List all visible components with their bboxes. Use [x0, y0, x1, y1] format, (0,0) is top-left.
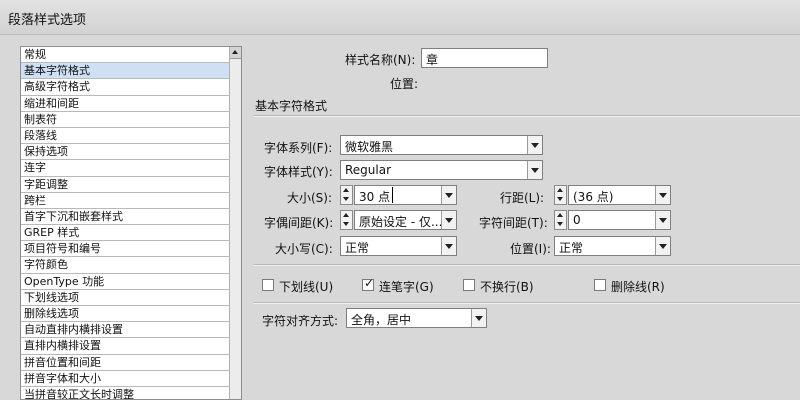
title-bar: 段落样式选项	[0, 0, 800, 35]
leading-stepper[interactable]	[554, 185, 567, 205]
list-item[interactable]: 首字下沉和嵌套样式	[21, 209, 231, 226]
list-item[interactable]: 拼音位置和间距	[21, 355, 231, 371]
underline-checkbox[interactable]	[262, 279, 274, 291]
leading-label: 行距(L):	[500, 191, 545, 205]
font-style-value: Regular	[345, 163, 392, 177]
list-item[interactable]: 跨栏	[21, 193, 231, 209]
no-break-label: 不换行(B)	[480, 280, 534, 294]
list-item[interactable]: 连字	[21, 160, 231, 177]
list-item[interactable]: 常规	[21, 47, 231, 64]
list-item[interactable]: 当拼音较正文长时调整	[21, 387, 231, 399]
list-item[interactable]: 制表符	[21, 112, 231, 128]
chevron-down-icon	[527, 161, 542, 179]
font-style-dropdown[interactable]: Regular	[340, 160, 543, 180]
alignment-dropdown[interactable]: 全角，居中	[346, 308, 487, 328]
category-list-items: 常规 基本字符格式 高级字符格式 缩进和间距 制表符 段落线 保持选项 连字 字距调整 跨栏 首字下…	[21, 47, 231, 399]
list-item[interactable]: 高级字符格式	[21, 79, 231, 96]
strikethrough-label: 删除线(R)	[611, 280, 665, 294]
chevron-down-icon	[527, 136, 542, 154]
font-family-value: 微软雅黑	[345, 140, 394, 154]
case-dropdown[interactable]: 正常	[340, 236, 457, 256]
size-label: 大小(S):	[287, 191, 333, 205]
strikethrough-checkbox[interactable]	[594, 279, 606, 291]
kerning-stepper[interactable]	[340, 210, 353, 230]
no-break-checkbox[interactable]	[463, 279, 475, 291]
list-item[interactable]: OpenType 功能	[21, 274, 231, 290]
chevron-down-icon	[471, 309, 486, 327]
list-item[interactable]: 项目符号和编号	[21, 241, 231, 258]
chevron-down-icon	[655, 237, 670, 255]
chevron-down-icon[interactable]	[655, 186, 670, 204]
size-stepper[interactable]	[340, 185, 353, 205]
size-combobox[interactable]: 30 点	[354, 185, 457, 205]
style-name-label: 样式名称(N):	[345, 53, 416, 67]
location-label: 位置:	[390, 77, 419, 91]
text-cursor	[392, 187, 393, 203]
section-divider	[253, 115, 800, 117]
chevron-down-icon[interactable]	[441, 186, 456, 204]
kerning-label: 字偶间距(K):	[264, 216, 334, 230]
position-label: 位置(I):	[510, 242, 551, 256]
case-value: 正常	[345, 241, 370, 255]
list-item[interactable]: 直排内横排设置	[21, 338, 231, 355]
leading-value: (36 点)	[573, 190, 614, 204]
scroll-up-arrow-icon[interactable]	[230, 47, 241, 59]
list-item[interactable]: 保持选项	[21, 144, 231, 161]
alignment-label: 字符对齐方式:	[262, 314, 339, 328]
style-name-input[interactable]: 章	[421, 48, 548, 68]
list-item[interactable]: 基本字符格式	[21, 63, 231, 80]
chevron-down-icon[interactable]	[655, 211, 670, 229]
section-title: 基本字符格式	[255, 99, 328, 113]
kerning-value: 原始设定 - 仅...	[359, 215, 443, 229]
list-item[interactable]: 拼音字体和大小	[21, 371, 231, 387]
category-list-scrollbar[interactable]	[229, 47, 241, 399]
alignment-value: 全角，居中	[351, 313, 412, 327]
checkmark-icon: ✓	[364, 276, 375, 290]
options-divider	[253, 264, 800, 266]
ligatures-label: 连笔字(G)	[379, 280, 434, 294]
position-dropdown[interactable]: 正常	[554, 236, 671, 256]
size-value: 30 点	[359, 190, 391, 204]
tracking-value: 0	[573, 213, 581, 227]
list-item[interactable]: GREP 样式	[21, 225, 231, 242]
tracking-label: 字符间距(T):	[479, 216, 548, 230]
leading-combobox[interactable]: (36 点)	[568, 185, 671, 205]
underline-label: 下划线(U)	[279, 280, 334, 294]
list-item[interactable]: 删除线选项	[21, 306, 231, 323]
style-name-value: 章	[426, 53, 439, 67]
list-item[interactable]: 字距调整	[21, 177, 231, 193]
list-item[interactable]: 下划线选项	[21, 290, 231, 306]
category-list[interactable]: 常规 基本字符格式 高级字符格式 缩进和间距 制表符 段落线 保持选项 连字 字距调整 跨栏 首字下…	[20, 46, 242, 400]
font-style-label: 字体样式(Y):	[264, 165, 333, 179]
kerning-combobox[interactable]: 原始设定 - 仅...	[354, 210, 457, 230]
alignment-divider	[253, 302, 800, 304]
position-value: 正常	[559, 241, 584, 255]
window-title: 段落样式选项	[8, 13, 87, 28]
ligatures-checkbox[interactable]: ✓	[362, 276, 375, 291]
list-item[interactable]: 缩进和间距	[21, 96, 231, 112]
chevron-down-icon[interactable]	[441, 211, 456, 229]
list-item[interactable]: 段落线	[21, 128, 231, 145]
chevron-down-icon	[441, 237, 456, 255]
list-item[interactable]: 自动直排内横排设置	[21, 322, 231, 339]
font-family-label: 字体系列(F):	[264, 141, 333, 155]
tracking-stepper[interactable]	[554, 210, 567, 230]
list-item[interactable]: 字符颜色	[21, 257, 231, 274]
case-label: 大小写(C):	[275, 242, 333, 256]
font-family-dropdown[interactable]: 微软雅黑	[340, 135, 543, 155]
tracking-combobox[interactable]: 0	[568, 210, 671, 230]
